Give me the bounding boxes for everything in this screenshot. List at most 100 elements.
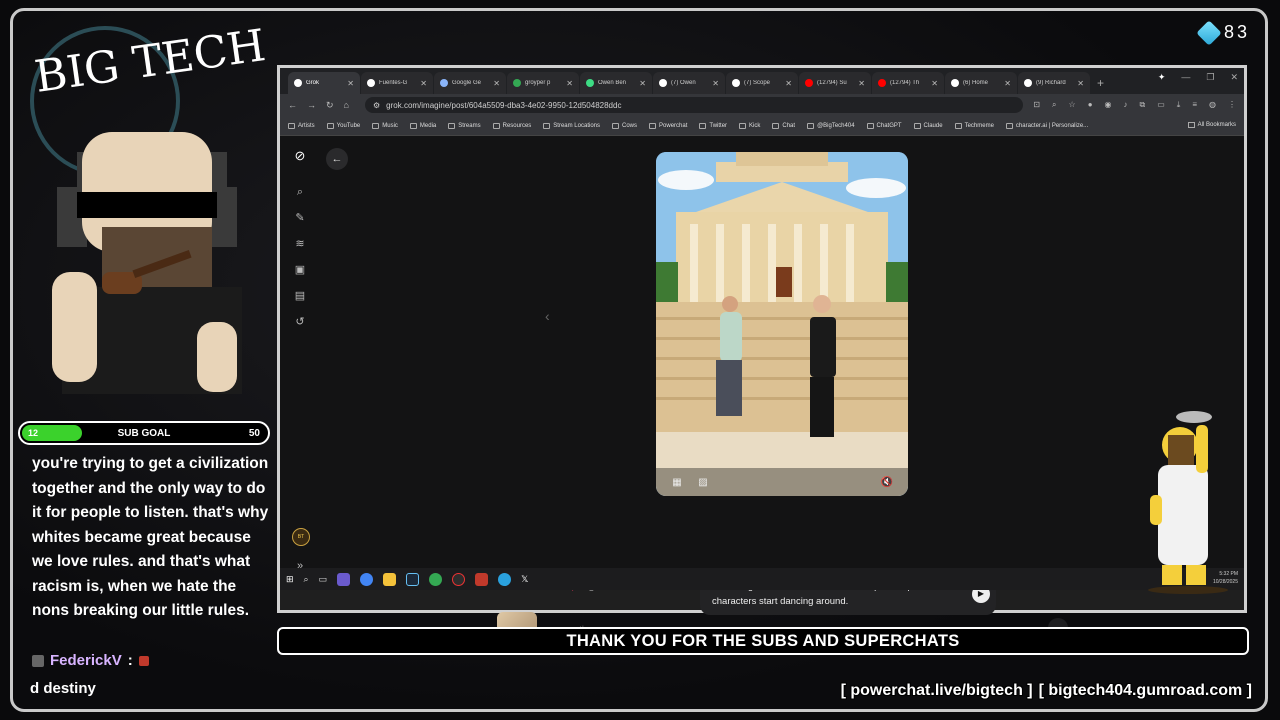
tab-close-icon[interactable]: ✕ (858, 79, 865, 88)
bookmark-item[interactable]: Media (409, 122, 436, 129)
windows-start-icon[interactable]: ⊞ (286, 574, 294, 585)
browser-tab[interactable]: (12794) Su ✕ (799, 72, 871, 94)
browser-tab[interactable]: Grok ✕ (288, 72, 360, 94)
video-mode-icon[interactable]: ▦ (670, 476, 684, 490)
tab-close-icon[interactable]: ✕ (639, 79, 646, 88)
browser-tab[interactable]: (7) Owen ✕ (653, 72, 725, 94)
grok-logo-icon[interactable]: ⊘ (294, 149, 306, 162)
media-icon[interactable]: ≡ (1192, 100, 1197, 110)
x-app-icon[interactable]: 𝕏 (521, 574, 528, 585)
bookmark-item[interactable]: Claude (913, 122, 943, 129)
bookmark-star-icon[interactable]: ☆ (1069, 100, 1076, 110)
url-field[interactable]: ⚙ grok.com/imagine/post/604a5509-dba3-4e… (364, 97, 1024, 113)
browser-tab[interactable]: groyper p ✕ (507, 72, 579, 94)
extension-icon[interactable]: ● (1088, 100, 1093, 110)
bookmark-item[interactable]: ChatGPT (866, 122, 902, 129)
search-icon[interactable]: ⌕ (294, 186, 306, 198)
obs-icon[interactable] (452, 572, 466, 586)
all-bookmarks[interactable]: All Bookmarks (1187, 122, 1236, 128)
browser-tab[interactable]: (6) Home ✕ (945, 72, 1017, 94)
task-view-icon[interactable]: ▭ (319, 574, 328, 585)
tab-close-icon[interactable]: ✕ (420, 79, 427, 88)
bookmark-item[interactable]: Resources (492, 122, 531, 129)
voice-icon[interactable]: ≋ (294, 238, 306, 250)
tab-close-icon[interactable]: ✕ (1004, 79, 1011, 88)
history-icon[interactable]: ↺ (294, 316, 306, 328)
bookmark-item[interactable]: character.ai | Personalize... (1005, 122, 1088, 129)
bookmark-item[interactable]: Stream Locations (543, 122, 600, 129)
puzzle-icon[interactable]: ⧉ (1140, 100, 1146, 110)
generated-image[interactable]: ▦ ▨ 🔇 (656, 152, 908, 496)
minimize-button[interactable]: — (1181, 72, 1190, 83)
browser-tab[interactable]: Fuentes-G ✕ (361, 72, 433, 94)
reload-icon[interactable]: ↻ (326, 100, 334, 111)
file-explorer-icon[interactable] (383, 572, 397, 586)
gumroad-link[interactable]: [ bigtech404.gumroad.com ] (1039, 682, 1252, 700)
bookmark-item[interactable]: Twitter (699, 122, 727, 129)
zoom-icon[interactable]: ⌕ (1052, 100, 1056, 110)
home-icon[interactable]: ⌂ (344, 100, 349, 110)
imagine-icon[interactable]: ▣ (294, 264, 306, 276)
maximize-button[interactable]: ❐ (1206, 72, 1214, 83)
app-icon[interactable] (475, 572, 489, 586)
chat-colon: : (127, 652, 133, 669)
audio-icon[interactable]: ♪ (1124, 100, 1128, 110)
previous-image-icon[interactable]: ‹ (545, 308, 550, 324)
browser-tab[interactable]: (7) Scope ✕ (726, 72, 798, 94)
edge-icon[interactable] (360, 572, 374, 586)
back-button[interactable]: ← (326, 148, 348, 170)
bookmark-item[interactable]: YouTube (326, 122, 360, 129)
powerchat-link[interactable]: [ powerchat.live/bigtech ] (841, 682, 1033, 700)
bookmark-item[interactable]: @BigTech404 (807, 122, 855, 129)
user-avatar[interactable]: BT (292, 528, 310, 546)
grok-page: ⊘ ⌕ ✎ ≋ ▣ ▤ ↺ BT » ← ‹ ▦ ▨ 🔇 characters … (280, 136, 1244, 648)
bookmark-icon (409, 122, 417, 129)
bookmark-item[interactable]: Artists (288, 122, 315, 129)
tab-close-icon[interactable]: ✕ (712, 79, 719, 88)
chrome-icon[interactable] (429, 572, 443, 586)
bookmark-label: Music (382, 122, 398, 129)
download-icon[interactable]: ⤓ (1177, 100, 1181, 110)
bookmark-item[interactable]: Music (372, 122, 398, 129)
folder-icon (1187, 122, 1195, 128)
profile-icon[interactable]: ◍ (1209, 100, 1216, 110)
mute-icon[interactable]: 🔇 (880, 476, 894, 490)
tab-close-icon[interactable]: ✕ (785, 79, 792, 88)
browser-tab[interactable]: Google Ge ✕ (434, 72, 506, 94)
back-icon[interactable]: ← (288, 100, 297, 110)
tab-close-icon[interactable]: ✕ (566, 79, 573, 88)
browser-tab[interactable]: (12794) Th ✕ (872, 72, 944, 94)
telegram-icon[interactable] (498, 572, 512, 586)
bookmark-icon (326, 122, 334, 129)
menu-icon[interactable]: ⋮ (1228, 100, 1236, 110)
bookmark-item[interactable]: Techmeme (954, 122, 994, 129)
bookmark-item[interactable]: Streams (448, 122, 481, 129)
forward-icon[interactable]: → (307, 100, 316, 110)
new-tab-button[interactable]: + (1091, 72, 1110, 94)
tab-close-icon[interactable]: ✕ (493, 79, 500, 88)
browser-tab[interactable]: Owen Ben ✕ (580, 72, 652, 94)
sparkle-icon[interactable]: ✦ (1158, 72, 1166, 83)
edit-icon[interactable]: ✎ (294, 212, 306, 224)
bookmark-item[interactable]: Chat (772, 122, 795, 129)
tab-close-icon[interactable]: ✕ (1077, 79, 1084, 88)
bookmark-item[interactable]: Powerchat (649, 122, 687, 129)
steam-icon[interactable] (406, 572, 420, 586)
image-mode-icon[interactable]: ▨ (696, 476, 710, 490)
files-icon[interactable]: ▤ (294, 290, 306, 302)
address-bar-row: ← → ↻ ⌂ ⚙ grok.com/imagine/post/604a5509… (280, 94, 1244, 116)
close-window-button[interactable]: ✕ (1230, 72, 1238, 83)
windows-taskbar: ⊞ ⌕ ▭ 𝕏 5:32 PM 10/28/2025 (280, 568, 1244, 590)
install-icon[interactable]: ⊡ (1033, 100, 1040, 110)
copilot-icon[interactable] (337, 572, 351, 586)
tab-close-icon[interactable]: ✕ (347, 79, 354, 88)
site-info-icon[interactable]: ⚙ (373, 101, 380, 110)
browser-tab[interactable]: (9) Richard ✕ (1018, 72, 1090, 94)
sidepanel-icon[interactable]: ▭ (1157, 100, 1165, 110)
cast-icon[interactable]: ◉ (1105, 100, 1112, 110)
taskbar-search-icon[interactable]: ⌕ (304, 574, 309, 585)
tab-close-icon[interactable]: ✕ (931, 79, 938, 88)
streamer-avatar: BIG TECH (22, 20, 274, 394)
bookmark-item[interactable]: Kick (739, 122, 760, 129)
bookmark-item[interactable]: Cows (612, 122, 637, 129)
